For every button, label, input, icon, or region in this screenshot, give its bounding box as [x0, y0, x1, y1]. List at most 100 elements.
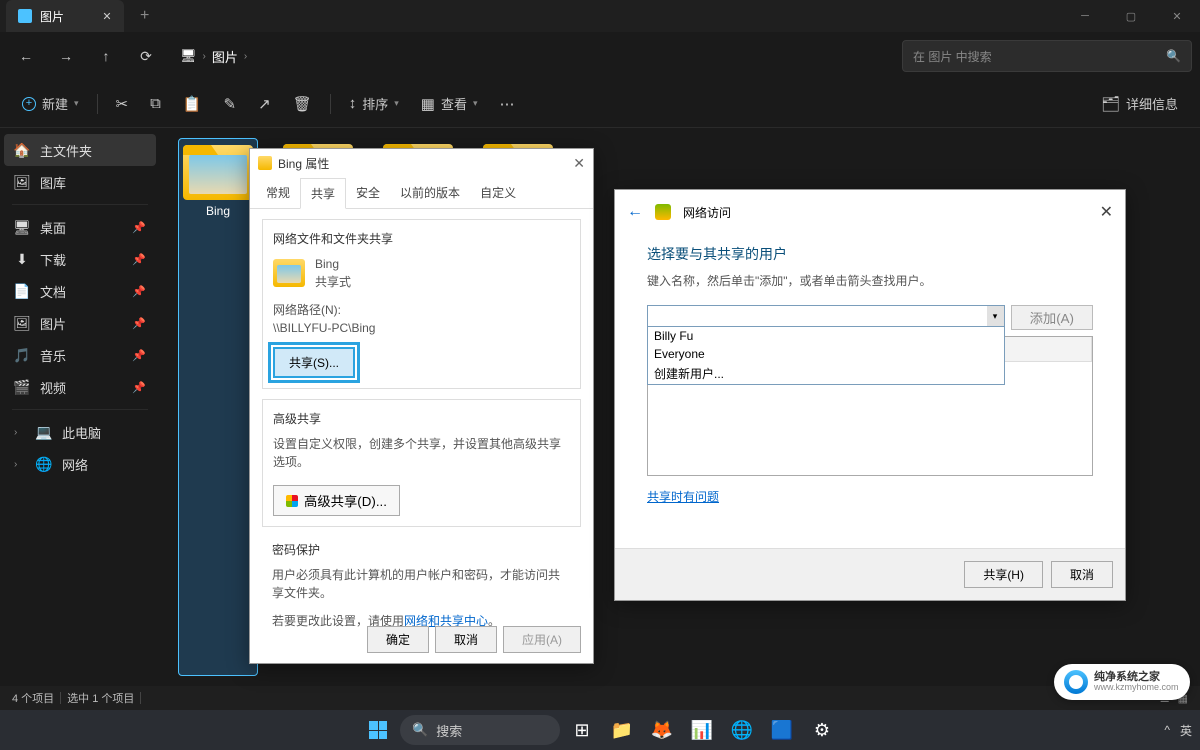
sidebar-item-videos[interactable]: 🎬视频📌: [4, 371, 156, 403]
start-button[interactable]: [360, 712, 396, 748]
chevron-right-icon: ›: [203, 51, 206, 62]
cut-icon: ✂: [116, 95, 129, 113]
dropdown-button[interactable]: ▾: [987, 305, 1005, 327]
share-confirm-button[interactable]: 共享(H): [964, 561, 1043, 588]
ok-button[interactable]: 确定: [367, 626, 429, 653]
cancel-button[interactable]: 取消: [435, 626, 497, 653]
tab-share[interactable]: 共享: [300, 178, 346, 209]
wizard-heading: 选择要与其共享的用户: [647, 244, 1093, 264]
taskbar-app[interactable]: 🟦: [764, 712, 800, 748]
titlebar: 图片 ✕ + ─ ▢ ✕: [0, 0, 1200, 32]
maximize-button[interactable]: ▢: [1108, 0, 1154, 32]
pin-icon: 📌: [132, 285, 146, 298]
folder-item-bing[interactable]: Bing: [178, 138, 258, 676]
chevron-down-icon: ▾: [473, 98, 478, 109]
help-link[interactable]: 共享时有问题: [647, 490, 719, 504]
add-button[interactable]: 添加(A): [1011, 305, 1093, 330]
back-icon[interactable]: ←: [627, 203, 643, 221]
taskbar-app[interactable]: 📊: [684, 712, 720, 748]
copy-button[interactable]: ⧉: [140, 88, 171, 120]
trash-icon: 🗑: [293, 95, 312, 113]
apply-button[interactable]: 应用(A): [503, 626, 581, 653]
properties-dialog: Bing 属性 ✕ 常规 共享 安全 以前的版本 自定义 网络文件和文件夹共享 …: [249, 148, 594, 664]
view-button[interactable]: ▦ 查看 ▾: [411, 88, 488, 120]
pin-icon: 📌: [132, 253, 146, 266]
close-tab-icon[interactable]: ✕: [102, 11, 112, 21]
share-button[interactable]: 共享(S)...: [273, 347, 355, 378]
details-button[interactable]: 🗂 详细信息: [1091, 88, 1188, 120]
selected-count: 选中 1 个项目: [67, 690, 134, 706]
share-button[interactable]: ↗: [248, 88, 281, 120]
tab-general[interactable]: 常规: [256, 178, 300, 209]
tab-previous[interactable]: 以前的版本: [390, 178, 470, 209]
cut-button[interactable]: ✂: [106, 88, 139, 120]
search-input[interactable]: 在 图片 中搜索 🔍: [902, 40, 1192, 72]
refresh-button[interactable]: ⟳: [128, 38, 164, 74]
user-combobox[interactable]: ▾ Billy Fu Everyone 创建新用户...: [647, 305, 1005, 330]
system-tray: ^ 英: [1164, 722, 1192, 739]
sidebar-item-home[interactable]: 🏠主文件夹: [4, 134, 156, 166]
breadcrumb[interactable]: 🖥 › 图片 ›: [168, 47, 259, 66]
delete-button[interactable]: 🗑: [283, 88, 322, 120]
taskbar-app[interactable]: 🌐: [724, 712, 760, 748]
sidebar-item-documents[interactable]: 📄文档📌: [4, 275, 156, 307]
advanced-share-section: 高级共享 设置自定义权限，创建多个共享，并设置其他高级共享选项。 高级共享(D)…: [262, 399, 581, 527]
taskbar-search[interactable]: 🔍搜索: [400, 715, 560, 745]
language-indicator[interactable]: 英: [1180, 722, 1192, 739]
search-icon: 🔍: [1166, 49, 1181, 63]
tray-overflow-icon[interactable]: ^: [1164, 723, 1170, 737]
tab-custom[interactable]: 自定义: [470, 178, 526, 209]
monitor-icon: 🖥: [180, 48, 197, 64]
search-placeholder: 在 图片 中搜索: [913, 48, 992, 65]
pin-icon: 📌: [132, 349, 146, 362]
user-input[interactable]: [647, 305, 1005, 327]
taskbar-app[interactable]: ⚙: [804, 712, 840, 748]
taskbar-app[interactable]: 🦊: [644, 712, 680, 748]
gallery-icon: 🖼: [14, 174, 30, 190]
sidebar-item-downloads[interactable]: ⬇下载📌: [4, 243, 156, 275]
paste-icon: 📋: [183, 95, 202, 113]
chevron-down-icon: ▾: [394, 98, 399, 109]
window-tab[interactable]: 图片 ✕: [6, 0, 124, 32]
minimize-button[interactable]: ─: [1062, 0, 1108, 32]
tab-security[interactable]: 安全: [346, 178, 390, 209]
sort-button[interactable]: ↕ 排序 ▾: [339, 88, 409, 120]
network-icon: 🌐: [36, 456, 52, 472]
sidebar-item-gallery[interactable]: 🖼图库: [4, 166, 156, 198]
sidebar-item-pictures[interactable]: 🖼图片📌: [4, 307, 156, 339]
forward-button[interactable]: →: [48, 38, 84, 74]
chevron-right-icon: ›: [14, 459, 26, 470]
advanced-share-button[interactable]: 高级共享(D)...: [273, 485, 400, 516]
rename-button[interactable]: ✎: [214, 88, 247, 120]
back-button[interactable]: ←: [8, 38, 44, 74]
more-button[interactable]: ⋯: [490, 88, 525, 120]
new-tab-button[interactable]: +: [132, 7, 157, 25]
close-icon[interactable]: ✕: [573, 155, 585, 172]
pin-icon: 📌: [132, 221, 146, 234]
up-button[interactable]: ↑: [88, 38, 124, 74]
watermark: 纯净系统之家 www.kzmyhome.com: [1054, 664, 1190, 700]
dropdown-option[interactable]: Everyone: [648, 345, 1004, 363]
new-button[interactable]: + 新建 ▾: [12, 88, 89, 120]
breadcrumb-item[interactable]: 图片: [212, 47, 238, 66]
share-icon: ↗: [258, 95, 271, 113]
close-icon[interactable]: ✕: [1100, 202, 1113, 222]
shield-icon: [286, 495, 298, 507]
cancel-button[interactable]: 取消: [1051, 561, 1113, 588]
task-view-button[interactable]: ⊞: [564, 712, 600, 748]
dialog-titlebar[interactable]: Bing 属性 ✕: [250, 149, 593, 177]
taskbar-app[interactable]: 📁: [604, 712, 640, 748]
sidebar-item-network[interactable]: ›🌐网络: [4, 448, 156, 480]
plus-circle-icon: +: [22, 97, 36, 111]
search-icon: 🔍: [412, 722, 428, 738]
home-icon: 🏠: [14, 142, 30, 158]
sidebar-item-this-pc[interactable]: ›💻此电脑: [4, 416, 156, 448]
sidebar-item-music[interactable]: 🎵音乐📌: [4, 339, 156, 371]
wizard-title: 网络访问: [683, 204, 731, 221]
dropdown-option[interactable]: 创建新用户...: [648, 363, 1004, 384]
close-window-button[interactable]: ✕: [1154, 0, 1200, 32]
sidebar-item-desktop[interactable]: 🖥桌面📌: [4, 211, 156, 243]
paste-button[interactable]: 📋: [173, 88, 212, 120]
folder-icon: [258, 156, 272, 170]
dropdown-option[interactable]: Billy Fu: [648, 327, 1004, 345]
